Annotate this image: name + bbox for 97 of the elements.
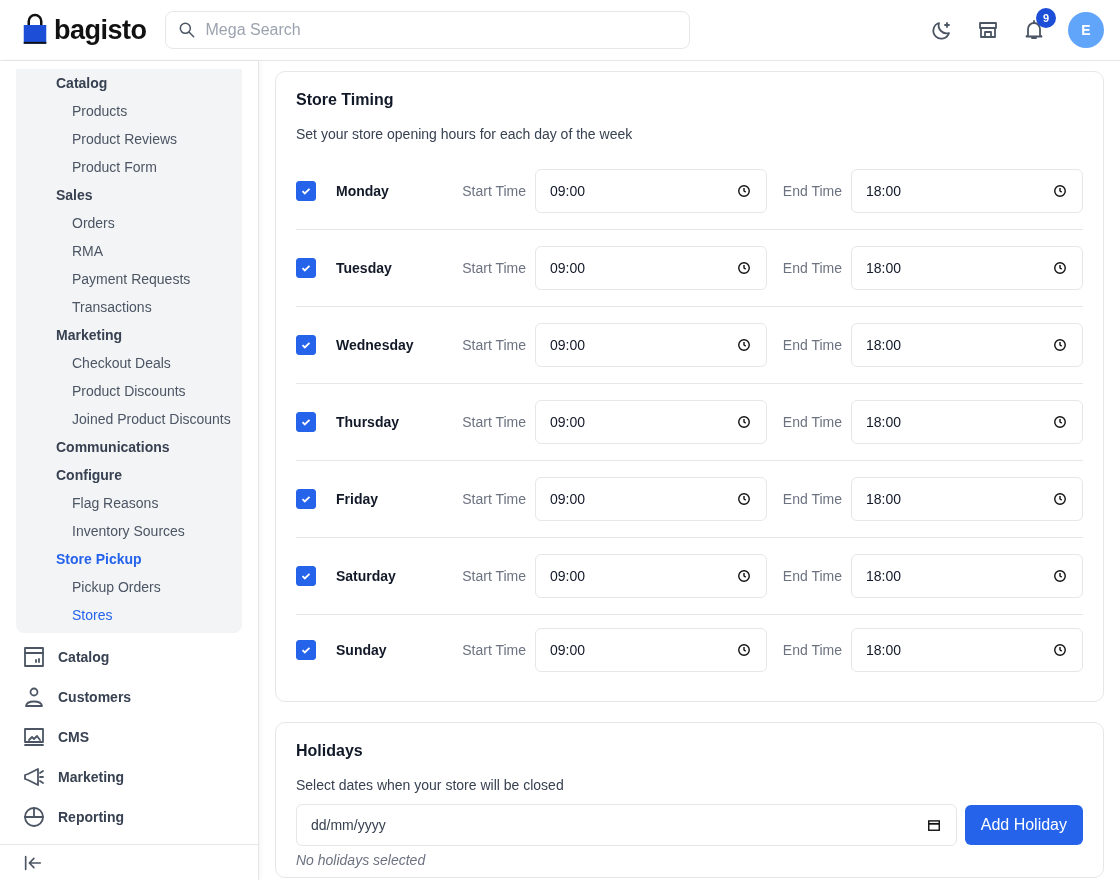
search-field[interactable]: Mega Search — [164, 11, 690, 49]
submenu-item[interactable]: Inventory Sources — [16, 517, 242, 545]
sidebar-item[interactable]: CMS — [0, 717, 258, 757]
clock-icon — [737, 643, 751, 657]
field-label: End Time — [781, 489, 842, 509]
time-field[interactable]: 18:00 — [851, 554, 1083, 598]
section-description: Select dates when your store will be closed — [296, 776, 565, 795]
submenu-item[interactable]: Product Form — [16, 153, 242, 181]
submenu-item[interactable]: Product Discounts — [16, 377, 242, 405]
time-field[interactable]: 09:00 — [535, 323, 767, 367]
submenu-item[interactable]: Product Reviews — [16, 125, 242, 153]
submenu-item[interactable]: Joined Product Discounts — [16, 405, 242, 433]
submenu-item[interactable]: RMA — [16, 237, 242, 265]
logo-text: bagisto — [54, 13, 147, 47]
monitor-icon — [22, 725, 46, 749]
day-label: Saturday — [336, 566, 397, 586]
submenu-item[interactable]: Payment Requests — [16, 265, 242, 293]
submenu-group[interactable]: Store Pickup — [16, 545, 242, 573]
empty-state-text: No holidays selected — [296, 851, 427, 870]
clock-icon — [737, 261, 751, 275]
checkbox[interactable] — [296, 640, 316, 660]
clock-icon — [1053, 569, 1067, 583]
day-label: Tuesday — [336, 258, 393, 278]
submenu-item[interactable]: Products — [16, 97, 242, 125]
time-field[interactable]: 09:00 — [535, 400, 767, 444]
clock-icon — [737, 569, 751, 583]
field-label: Start Time — [461, 412, 526, 432]
clock-icon — [737, 184, 751, 198]
clock-icon — [737, 338, 751, 352]
clock-icon — [1053, 338, 1067, 352]
catalog-icon — [22, 645, 46, 669]
time-field[interactable]: 18:00 — [851, 628, 1083, 672]
checkbox[interactable] — [296, 489, 316, 509]
date-field[interactable]: dd/mm/yyyy — [296, 804, 957, 846]
submenu-item[interactable]: Orders — [16, 209, 242, 237]
field-label: Start Time — [461, 566, 526, 586]
submenu-item[interactable]: Flag Reasons — [16, 489, 242, 517]
section-title: Holidays — [296, 741, 364, 761]
checkbox[interactable] — [296, 412, 316, 432]
time-field[interactable]: 09:00 — [535, 246, 767, 290]
field-label: End Time — [781, 640, 842, 660]
field-label: Start Time — [461, 181, 526, 201]
time-field[interactable]: 18:00 — [851, 477, 1083, 521]
add-holiday-button[interactable]: Add Holiday — [964, 805, 1083, 845]
time-field[interactable]: 18:00 — [851, 400, 1083, 444]
sidebar-item[interactable]: Customers — [0, 677, 258, 717]
submenu-item[interactable]: Pickup Orders — [16, 573, 242, 601]
pie-chart-icon — [22, 805, 46, 829]
submenu-item[interactable]: Stores — [16, 601, 242, 629]
time-field[interactable]: 09:00 — [535, 628, 767, 672]
checkbox[interactable] — [296, 335, 316, 355]
clock-icon — [737, 415, 751, 429]
day-label: Wednesday — [336, 335, 415, 355]
submenu-group[interactable]: Catalog — [16, 69, 242, 97]
checkbox[interactable] — [296, 258, 316, 278]
section-title: Store Timing — [296, 90, 395, 110]
day-label: Sunday — [336, 640, 388, 660]
clock-icon — [737, 492, 751, 506]
time-field[interactable]: 18:00 — [851, 169, 1083, 213]
field-label: Start Time — [461, 335, 526, 355]
section-description: Set your store opening hours for each day of the week — [296, 125, 634, 144]
submenu-group[interactable]: Sales — [16, 181, 242, 209]
submenu-group[interactable]: Marketing — [16, 321, 242, 349]
sidebar-item[interactable]: Reporting — [0, 797, 258, 837]
submenu-group[interactable]: Configure — [16, 461, 242, 489]
day-label: Monday — [336, 181, 390, 201]
time-field[interactable]: 18:00 — [851, 246, 1083, 290]
day-label: Friday — [336, 489, 379, 509]
field-label: End Time — [781, 181, 842, 201]
day-label: Thursday — [336, 412, 400, 432]
checkbox[interactable] — [296, 566, 316, 586]
field-label: End Time — [781, 566, 842, 586]
submenu-item[interactable]: Checkout Deals — [16, 349, 242, 377]
clock-icon — [1053, 184, 1067, 198]
clock-icon — [1053, 261, 1067, 275]
time-field[interactable]: 09:00 — [535, 477, 767, 521]
field-label: Start Time — [461, 489, 526, 509]
time-field[interactable]: 09:00 — [535, 554, 767, 598]
clock-icon — [1053, 415, 1067, 429]
person-icon — [22, 685, 46, 709]
time-field[interactable]: 18:00 — [851, 323, 1083, 367]
clock-icon — [1053, 643, 1067, 657]
submenu-group[interactable]: Communications — [16, 433, 242, 461]
clock-icon — [1053, 492, 1067, 506]
time-field[interactable]: 09:00 — [535, 169, 767, 213]
field-label: End Time — [781, 258, 842, 278]
checkbox[interactable] — [296, 181, 316, 201]
field-label: Start Time — [461, 640, 526, 660]
calendar-icon — [926, 818, 941, 832]
notification-count: 9 — [1036, 8, 1056, 28]
field-label: End Time — [781, 335, 842, 355]
megaphone-icon — [22, 765, 46, 789]
sidebar-item[interactable]: Catalog — [0, 637, 258, 677]
sidebar-item[interactable]: Marketing — [0, 757, 258, 797]
field-label: End Time — [781, 412, 842, 432]
submenu-item[interactable]: Transactions — [16, 293, 242, 321]
field-label: Start Time — [461, 258, 526, 278]
